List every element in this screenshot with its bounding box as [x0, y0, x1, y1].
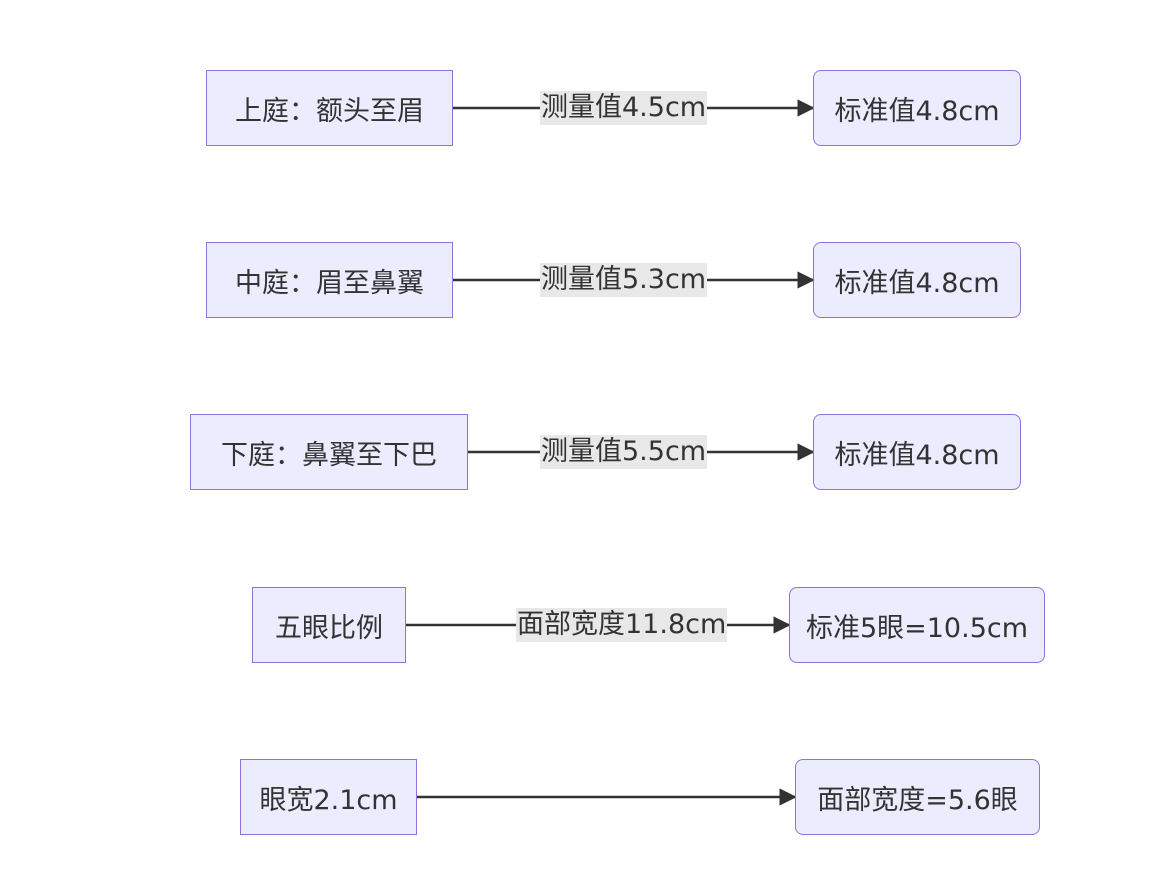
node-face-width-eyes: 面部宽度=5.6眼 — [795, 759, 1040, 835]
edge-label-middle-court: 测量值5.3cm — [540, 263, 708, 297]
node-lower-court: 下庭：鼻翼至下巴 — [190, 414, 468, 490]
edge-label-upper-court: 测量值4.5cm — [540, 91, 708, 125]
node-standard-five-eyes: 标准5眼=10.5cm — [789, 587, 1045, 663]
edge-label-face-width: 面部宽度11.8cm — [516, 608, 728, 642]
node-middle-court: 中庭：眉至鼻翼 — [206, 242, 453, 318]
node-eye-width: 眼宽2.1cm — [240, 759, 417, 835]
node-standard-middle: 标准值4.8cm — [813, 242, 1021, 318]
node-standard-upper: 标准值4.8cm — [813, 70, 1021, 146]
flowchart: 上庭：额头至眉 测量值4.5cm 标准值4.8cm 中庭：眉至鼻翼 测量值5.3… — [0, 0, 1162, 892]
edge-label-lower-court: 测量值5.5cm — [540, 435, 708, 469]
node-five-eyes: 五眼比例 — [252, 587, 406, 663]
node-upper-court: 上庭：额头至眉 — [206, 70, 453, 146]
node-standard-lower: 标准值4.8cm — [813, 414, 1021, 490]
